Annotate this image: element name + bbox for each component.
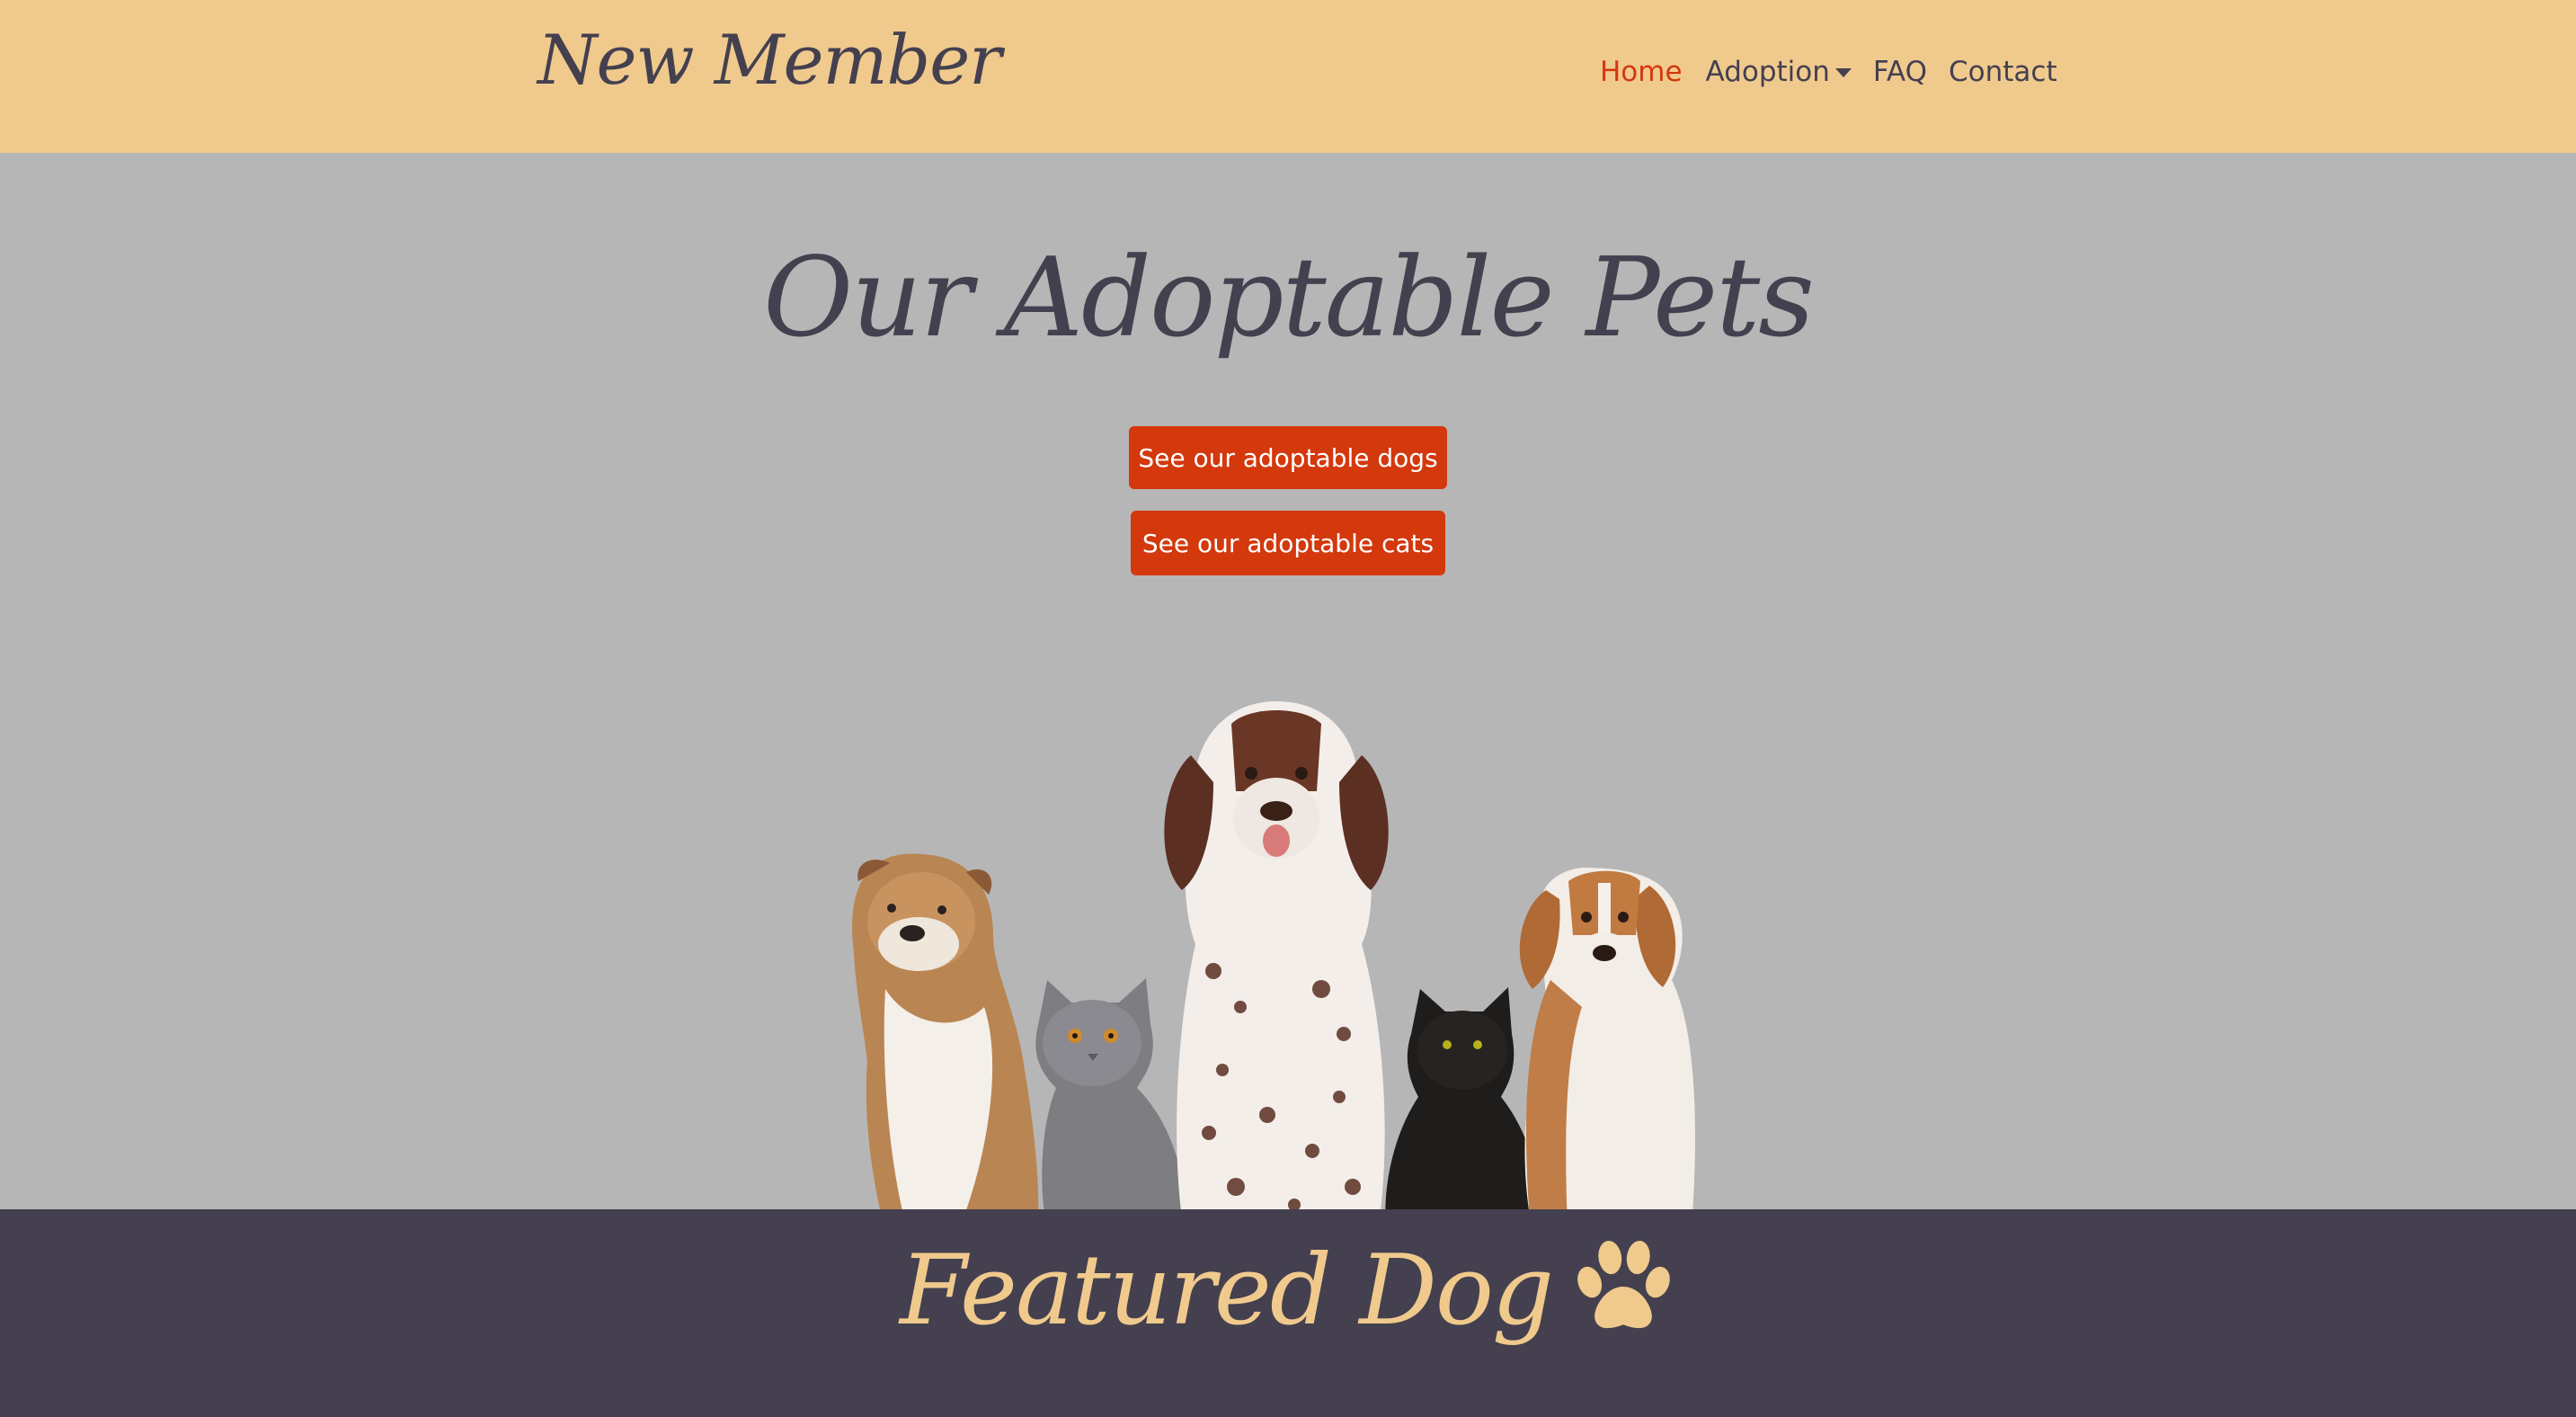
nav-links: Home Adoption FAQ Contact	[1600, 56, 2057, 88]
hero-section: Our Adoptable Pets See our adoptable dog…	[0, 153, 2576, 1259]
nav-home-link[interactable]: Home	[1600, 56, 1683, 88]
nav-faq-link[interactable]: FAQ	[1873, 56, 1927, 88]
caret-down-icon	[1834, 68, 1852, 77]
brand-logo[interactable]: New Member	[537, 20, 1002, 100]
featured-heading: Featured Dog	[0, 1234, 2576, 1347]
nav-contact-link[interactable]: Contact	[1949, 56, 2057, 88]
featured-title-text: Featured Dog	[899, 1234, 1554, 1347]
gray-cat-image	[1035, 978, 1186, 1248]
see-cats-button[interactable]: See our adoptable cats	[1131, 511, 1445, 575]
paw-icon	[1577, 1240, 1670, 1328]
nav-adoption-dropdown[interactable]: Adoption	[1706, 56, 1852, 88]
hero-title: Our Adoptable Pets	[763, 234, 1815, 361]
see-dogs-button[interactable]: See our adoptable dogs	[1129, 426, 1447, 489]
navbar: New Member Home Adoption FAQ Contact	[0, 0, 2576, 153]
featured-section: Featured Dog	[0, 1209, 2576, 1417]
bulldog-image	[852, 853, 1039, 1253]
nav-adoption-label: Adoption	[1705, 56, 1830, 88]
beagle-image	[1519, 868, 1695, 1248]
spaniel-image	[1164, 701, 1389, 1248]
pets-group-photo	[852, 701, 1712, 1259]
